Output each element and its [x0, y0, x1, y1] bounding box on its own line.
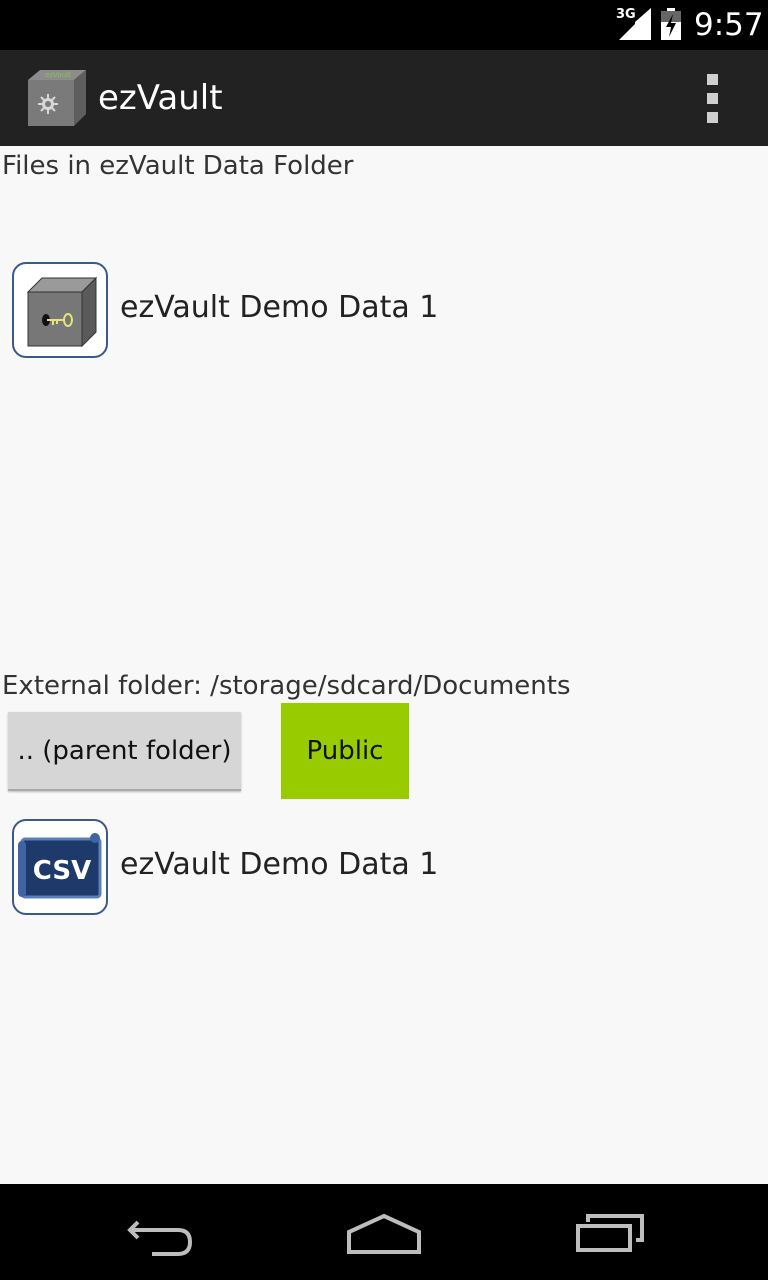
- ezvault-safe-icon[interactable]: ezVault: [24, 66, 90, 130]
- data-folder-label: Files in ezVault Data Folder: [2, 151, 354, 181]
- recent-apps-icon[interactable]: [566, 1202, 656, 1262]
- app-title: ezVault: [98, 78, 223, 118]
- status-clock: 9:57: [694, 7, 764, 43]
- status-bar: 3G 9:57: [0, 0, 768, 50]
- csv-file-icon: CSV: [12, 819, 108, 915]
- overflow-dot: [706, 92, 718, 104]
- signal-icon: [619, 8, 651, 40]
- battery-icon: [661, 8, 681, 40]
- data-folder-file-row[interactable]: ezVault Demo Data 1: [12, 262, 712, 358]
- home-icon[interactable]: [339, 1202, 429, 1262]
- external-folder-file-row[interactable]: CSV ezVault Demo Data 1: [12, 819, 712, 915]
- file-name: ezVault Demo Data 1: [120, 847, 439, 882]
- navigation-bar: [0, 1184, 768, 1280]
- public-folder-button[interactable]: Public: [281, 703, 409, 799]
- overflow-dot: [706, 73, 718, 85]
- file-name: ezVault Demo Data 1: [120, 290, 439, 325]
- back-icon[interactable]: [116, 1202, 206, 1262]
- parent-folder-button[interactable]: .. (parent folder): [8, 712, 241, 791]
- overflow-dot: [706, 111, 718, 123]
- external-folder-label: External folder: /storage/sdcard/Documen…: [2, 671, 571, 701]
- csv-badge: CSV: [33, 856, 91, 886]
- action-bar: ezVault ezVault: [0, 50, 768, 146]
- vault-file-icon: [12, 262, 108, 358]
- vault-file-icon-graphic: [26, 276, 98, 348]
- csv-file-icon-graphic: CSV: [18, 833, 102, 899]
- overflow-menu-icon[interactable]: [692, 72, 732, 124]
- svg-text:ezVault: ezVault: [45, 71, 71, 79]
